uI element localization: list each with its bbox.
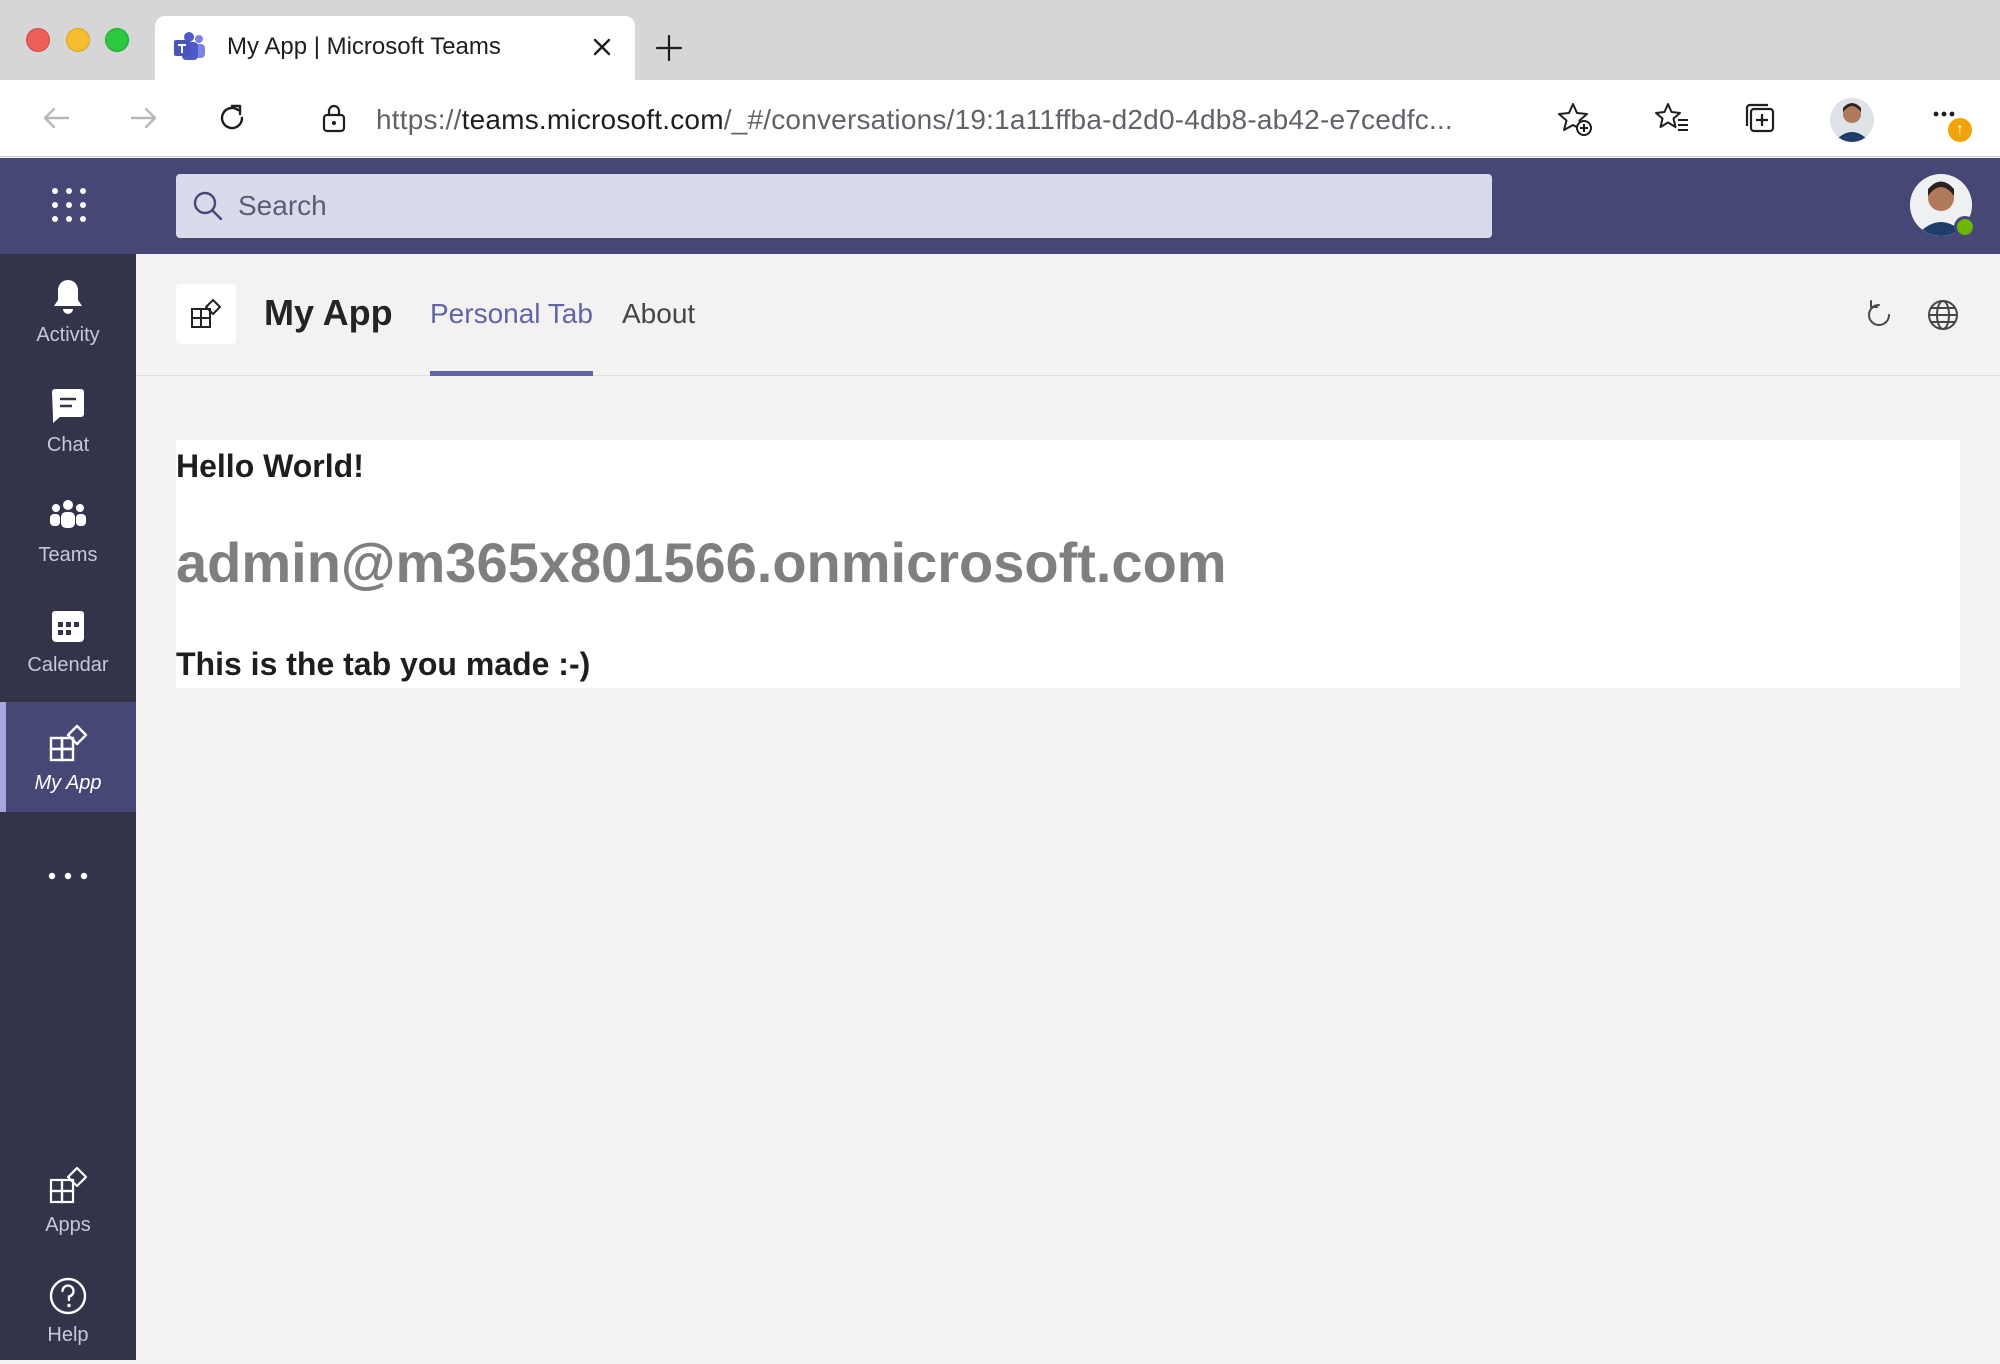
browser-tab-strip: My App | Microsoft Teams: [0, 0, 2000, 80]
app-launcher-icon[interactable]: [50, 186, 88, 224]
teams-icon: [50, 500, 86, 528]
person-icon: [1830, 98, 1874, 142]
browser-tab[interactable]: My App | Microsoft Teams: [155, 16, 635, 80]
rail-item-teams[interactable]: Teams: [0, 474, 136, 584]
greeting-heading: Hello World!: [176, 448, 364, 484]
profile-avatar[interactable]: [1830, 98, 1874, 142]
rail-label-apps: Apps: [45, 1214, 91, 1236]
rail-item-apps[interactable]: Apps: [0, 1144, 136, 1254]
rail-label-chat: Chat: [46, 434, 90, 456]
url-path: /_#/conversations/19:1a11ffba-d2d0-4db8-…: [723, 104, 1453, 135]
close-window-button[interactable]: [26, 28, 50, 52]
add-favorite-icon[interactable]: [1556, 100, 1594, 138]
browser-toolbar: https://teams.microsoft.com/_#/conversat…: [0, 80, 2000, 157]
app-icon: [49, 724, 88, 762]
tab-message: This is the tab you made :-): [176, 646, 591, 682]
lock-icon[interactable]: [320, 102, 348, 134]
teams-header: [0, 158, 2000, 254]
chat-icon: [52, 389, 84, 423]
rail-item-chat[interactable]: Chat: [0, 364, 136, 474]
rail-item-activity[interactable]: Activity: [0, 254, 136, 364]
more-apps-icon[interactable]: [46, 866, 90, 886]
tab-personal-tab[interactable]: Personal Tab: [430, 298, 593, 376]
search-input[interactable]: [236, 174, 1436, 238]
apps-icon: [49, 1166, 88, 1204]
close-tab-icon[interactable]: [589, 34, 615, 60]
new-tab-icon[interactable]: [654, 33, 684, 63]
tab-about[interactable]: About: [622, 298, 695, 376]
tab-content: Hello World! admin@m365x801566.onmicroso…: [176, 440, 1960, 688]
app-icon: [191, 299, 221, 328]
globe-icon[interactable]: [1926, 298, 1960, 332]
teams-logo-icon: [174, 32, 205, 60]
calendar-icon: [52, 611, 84, 642]
url-prefix: https://: [376, 104, 462, 135]
bell-icon: [54, 280, 82, 314]
rail-label-teams: Teams: [38, 544, 98, 566]
rail-label-my-app: My App: [34, 772, 102, 794]
rail-label-help: Help: [47, 1324, 89, 1346]
forward-arrow-icon[interactable]: [126, 100, 162, 136]
rail-item-my-app[interactable]: My App: [0, 702, 136, 812]
rail-item-help[interactable]: Help: [0, 1254, 136, 1364]
back-arrow-icon[interactable]: [38, 100, 74, 136]
user-avatar[interactable]: [1910, 174, 1976, 238]
minimize-window-button[interactable]: [66, 28, 90, 52]
search-icon: [193, 191, 223, 221]
rail-label-activity: Activity: [36, 324, 100, 346]
url-text[interactable]: https://teams.microsoft.com/_#/conversat…: [376, 104, 1453, 136]
left-rail: Activity Chat Teams Calendar My App Apps…: [0, 254, 136, 1360]
address-bar[interactable]: https://teams.microsoft.com/_#/conversat…: [288, 88, 1618, 148]
presence-available-badge: [1954, 216, 1976, 238]
favorites-icon[interactable]: [1654, 100, 1690, 136]
rail-label-calendar: Calendar: [27, 654, 109, 676]
update-badge[interactable]: ↑: [1948, 118, 1972, 142]
browser-tab-title: My App | Microsoft Teams: [227, 33, 501, 60]
search-box[interactable]: [176, 174, 1492, 238]
user-email: admin@m365x801566.onmicrosoft.com: [176, 531, 1227, 594]
url-host: teams.microsoft.com: [461, 104, 724, 135]
refresh-icon[interactable]: [214, 100, 250, 136]
app-title: My App: [264, 292, 393, 333]
rail-item-calendar[interactable]: Calendar: [0, 584, 136, 694]
help-icon: [49, 1277, 87, 1315]
app-header-icon: [176, 284, 236, 344]
maximize-window-button[interactable]: [105, 28, 129, 52]
collections-icon[interactable]: [1742, 100, 1778, 136]
app-header: My App Personal Tab About: [136, 254, 2000, 376]
reload-icon[interactable]: [1862, 298, 1896, 332]
